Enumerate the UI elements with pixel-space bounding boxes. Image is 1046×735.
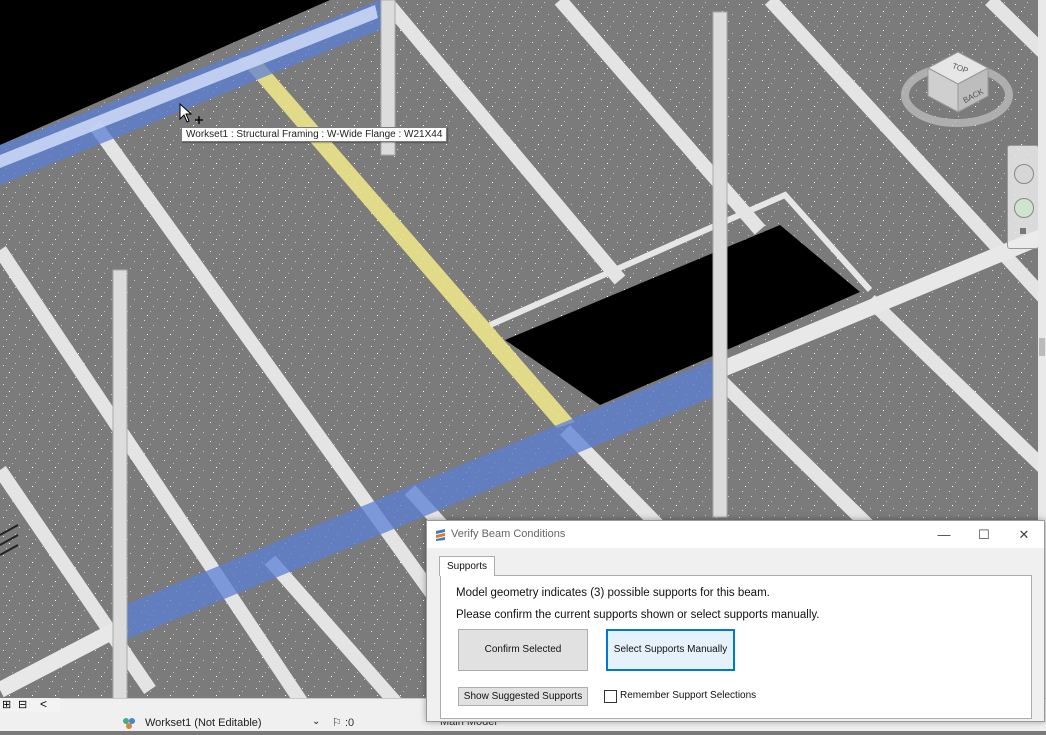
maximize-button[interactable]: ☐	[964, 521, 1004, 548]
collapse-chevron[interactable]: <	[40, 697, 47, 711]
verify-beam-conditions-dialog: Verify Beam Conditions — ☐ ✕ Supports Mo…	[426, 520, 1045, 722]
scrollbar-thumb[interactable]	[1039, 338, 1045, 356]
view-control-bar: ⊞ ⊟ <	[0, 697, 60, 712]
message-line-2: Please confirm the current supports show…	[456, 609, 820, 621]
chevron-down-icon[interactable]: ⌄	[312, 716, 320, 727]
dialog-body: Supports Model geometry indicates (3) po…	[427, 548, 1044, 721]
steering-wheel-icon[interactable]	[1014, 164, 1034, 184]
supports-tab-panel: Model geometry indicates (3) possible su…	[440, 575, 1032, 719]
dialog-titlebar[interactable]: Verify Beam Conditions — ☐ ✕	[427, 521, 1044, 548]
editing-requests[interactable]: ⚐ :0	[332, 716, 354, 729]
navigation-bar[interactable]	[1007, 145, 1039, 249]
remember-selections-label[interactable]: Remember Support Selections	[620, 690, 756, 701]
element-tooltip: Workset1 : Structural Framing : W-Wide F…	[181, 127, 448, 142]
message-line-1: Model geometry indicates (3) possible su…	[456, 587, 770, 599]
editing-requests-icon: ⚐	[332, 717, 342, 729]
remember-selections-checkbox[interactable]	[604, 690, 617, 703]
confirm-selected-button[interactable]: Confirm Selected	[458, 629, 588, 671]
workset-value: Workset1 (Not Editable)	[145, 717, 262, 729]
app-logo-icon	[436, 529, 445, 541]
minimize-button[interactable]: —	[924, 521, 964, 548]
tab-supports[interactable]: Supports	[439, 556, 496, 576]
select-supports-manually-button[interactable]: Select Supports Manually	[606, 629, 735, 671]
nav-menu-icon[interactable]	[1020, 228, 1026, 234]
zoom-icon[interactable]	[1014, 198, 1034, 218]
dialog-title: Verify Beam Conditions	[451, 528, 566, 540]
show-suggested-supports-button[interactable]: Show Suggested Supports	[458, 687, 588, 706]
editing-requests-count: :0	[344, 717, 355, 729]
scale-icon[interactable]: ⊞	[2, 698, 11, 711]
view-cube[interactable]: TOP BACK	[900, 40, 1015, 135]
detail-level-icon[interactable]: ⊟	[18, 698, 27, 711]
workset-selector[interactable]: Workset1 (Not Editable) ⌄	[120, 716, 330, 730]
close-button[interactable]: ✕	[1004, 521, 1044, 548]
mouse-cursor-icon	[179, 103, 203, 124]
workset-icon	[123, 718, 135, 729]
